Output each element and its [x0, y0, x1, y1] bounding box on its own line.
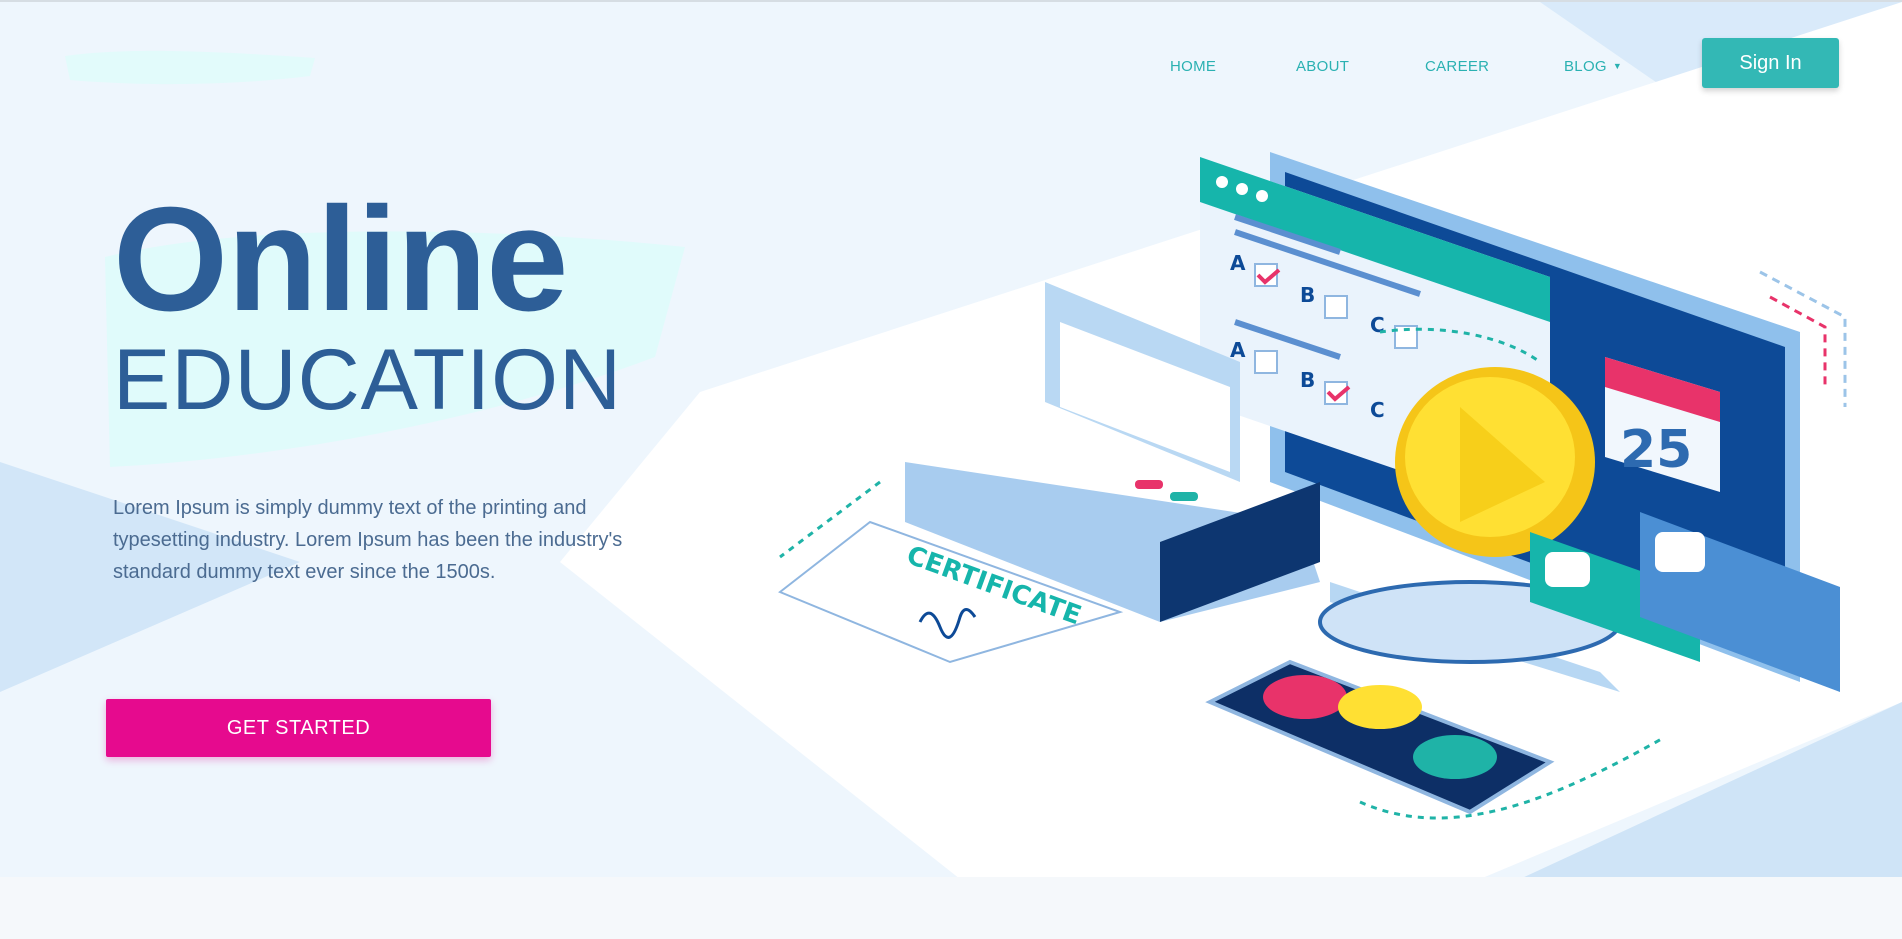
- nav-about[interactable]: ABOUT: [1296, 58, 1349, 75]
- hero-description: Lorem Ipsum is simply dummy text of the …: [113, 497, 623, 583]
- hero-title-online: Online: [113, 177, 568, 342]
- nav-career-label: CAREER: [1425, 58, 1490, 75]
- nav-home-label: HOME: [1170, 58, 1217, 75]
- nav-about-label: ABOUT: [1296, 58, 1350, 75]
- quiz-option-label: C: [1370, 313, 1385, 337]
- quiz-option-label: B: [1300, 283, 1315, 307]
- hero-title-education: EDUCATION: [113, 332, 623, 428]
- sign-in-button[interactable]: Sign In: [1702, 38, 1839, 88]
- online-education-illustration: A B C A B C 25 CERTIFICATE: [778, 152, 1847, 820]
- get-started-button[interactable]: GET STARTED: [106, 699, 491, 757]
- calendar-day: 25: [1620, 420, 1692, 480]
- hero-section: Online EDUCATION Lorem Ipsum is simply d…: [0, 0, 1902, 879]
- nav-career[interactable]: CAREER: [1425, 58, 1489, 75]
- quiz-option-label: C: [1370, 398, 1385, 422]
- nav-home[interactable]: HOME: [1170, 58, 1216, 75]
- nav-blog-label: BLOG: [1564, 58, 1607, 75]
- nav-blog[interactable]: BLOG ▼: [1564, 58, 1622, 75]
- phone-graphic: [1205, 659, 1666, 820]
- quiz-option-label: B: [1300, 368, 1315, 392]
- quiz-option-label: A: [1230, 338, 1246, 362]
- bottom-section: [0, 877, 1902, 939]
- main-nav: HOME ABOUT CAREER BLOG ▼: [0, 58, 1902, 88]
- chevron-down-icon: ▼: [1612, 61, 1623, 71]
- quiz-option-label: A: [1230, 251, 1246, 275]
